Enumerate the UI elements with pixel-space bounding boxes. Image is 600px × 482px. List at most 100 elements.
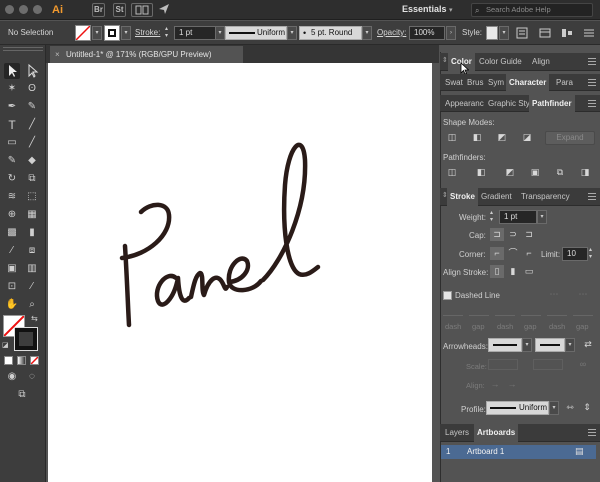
zoom-tool-icon[interactable]: ⌕ (24, 297, 40, 313)
artboard-tool-icon[interactable]: ⊡ (4, 279, 20, 295)
minus-back-icon[interactable]: ◨ (578, 166, 592, 179)
arrow-tip-beyond-icon[interactable]: → (488, 378, 502, 391)
tab-pathfinder[interactable]: Pathfinder (529, 95, 575, 112)
tab-brushes[interactable]: Brus (464, 74, 486, 91)
intersect-icon[interactable]: ◩ (495, 131, 509, 144)
stroke-label[interactable]: Stroke: (135, 26, 160, 40)
bridge-button[interactable]: Br (92, 3, 105, 17)
dash-field-3[interactable] (547, 307, 567, 316)
width-tool-icon[interactable]: ≋ (4, 189, 20, 205)
outline-icon[interactable]: ⧉ (553, 166, 567, 179)
arrange-documents-button[interactable] (131, 3, 153, 17)
send-icon[interactable] (158, 3, 170, 15)
blend-tool-icon[interactable]: ⧈ (24, 243, 40, 259)
toolbar-grip[interactable] (3, 47, 43, 51)
shaper-tool-icon[interactable]: ✎ (4, 153, 20, 169)
stroke-weight-stepper[interactable]: ▴ ▾ (165, 26, 173, 40)
free-transform-tool-icon[interactable]: ⬚ (24, 189, 40, 205)
perspective-grid-tool-icon[interactable]: ▦ (24, 207, 40, 223)
character-panel-menu-icon[interactable] (588, 79, 596, 86)
limit-stepper[interactable]: ▴ ▾ (589, 247, 597, 261)
dash-field-2[interactable] (495, 307, 515, 316)
collapse-arrows-icon[interactable]: ⇕ (442, 56, 448, 64)
stroke-dropdown[interactable]: ▾ (121, 26, 131, 40)
fill-swatch[interactable] (75, 25, 91, 41)
align-dash-icon[interactable]: ⋯ (576, 288, 590, 301)
variable-width-profile[interactable]: Uniform (225, 26, 287, 40)
round-cap-icon[interactable]: ⊃ (506, 228, 520, 241)
tab-layers[interactable]: Layers (442, 424, 472, 442)
opacity-label[interactable]: Opacity: (377, 26, 406, 40)
none-mode-icon[interactable] (30, 356, 39, 365)
preferences-icon[interactable] (538, 26, 552, 40)
end-arrowhead-dropdown[interactable]: ▾ (565, 338, 575, 352)
color-mode-icon[interactable] (4, 356, 13, 365)
workspace-switcher[interactable]: Essentials ▾ (402, 4, 453, 14)
stroke-panel-menu-icon[interactable] (588, 193, 596, 200)
pathfinder-panel-menu-icon[interactable] (588, 100, 596, 107)
align-center-stroke-icon[interactable]: ▯ (490, 265, 504, 278)
tab-symbols[interactable]: Sym (485, 74, 507, 91)
line-segment-tool-icon[interactable]: ╱ (24, 117, 40, 133)
graphic-style-swatch[interactable] (486, 26, 498, 40)
limit-field[interactable]: 10 (562, 247, 588, 261)
minus-front-icon[interactable]: ◧ (470, 131, 484, 144)
weight-field[interactable]: 1 pt (499, 210, 537, 224)
draw-behind-icon[interactable]: ◌ (24, 369, 40, 385)
paintbrush-tool-icon[interactable]: ╱ (24, 135, 40, 151)
screen-mode-icon[interactable]: ⧉ (14, 387, 30, 403)
tab-gradient[interactable]: Gradient (478, 188, 515, 206)
selection-tool-icon[interactable] (4, 63, 20, 79)
document-tab[interactable]: × Untitled-1* @ 171% (RGB/GPU Preview) (50, 46, 243, 63)
gradient-tool-icon[interactable]: ▮ (24, 225, 40, 241)
expand-button[interactable]: Expand (545, 131, 595, 145)
profile-dropdown[interactable]: ▾ (287, 26, 297, 40)
rectangle-tool-icon[interactable]: ▭ (4, 135, 20, 151)
tab-color-guide[interactable]: Color Guide (476, 53, 525, 71)
layers-panel-menu-icon[interactable] (588, 429, 596, 436)
stroke-profile-select[interactable]: Uniform (486, 401, 549, 415)
flip-along-icon[interactable]: ⇿ (563, 401, 577, 414)
type-tool-icon[interactable]: T (4, 117, 20, 133)
bevel-join-icon[interactable]: ⌐ (522, 247, 536, 260)
hand-tool-icon[interactable]: ✋ (4, 297, 20, 313)
eyedropper-tool-icon[interactable]: ⁄ (4, 243, 20, 259)
pen-tool-icon[interactable]: ✒ (4, 99, 20, 115)
exclude-icon[interactable]: ◪ (520, 131, 534, 144)
miter-join-icon[interactable]: ⌐ (490, 247, 504, 260)
symbol-sprayer-tool-icon[interactable]: ▣ (4, 261, 20, 277)
minimize-window-icon[interactable] (19, 5, 28, 14)
tab-character[interactable]: Character (506, 74, 550, 91)
opacity-arrow[interactable]: › (446, 26, 456, 40)
tab-paragraph[interactable]: Para (553, 74, 576, 91)
style-dropdown[interactable]: ▾ (499, 26, 509, 40)
weight-dropdown[interactable]: ▾ (537, 210, 547, 224)
butt-cap-icon[interactable]: ⊐ (490, 228, 504, 241)
end-arrowhead-select[interactable] (535, 338, 565, 352)
trim-icon[interactable]: ◧ (474, 166, 488, 179)
artboard[interactable] (48, 63, 432, 482)
end-scale-field[interactable] (533, 359, 563, 370)
fill-dropdown[interactable]: ▾ (92, 26, 102, 40)
stroke-color-swatch[interactable] (14, 327, 38, 351)
tab-swatches[interactable]: Swat (442, 74, 466, 91)
stroke-profile-dropdown[interactable]: ▾ (549, 401, 559, 415)
handwritten-panel-artwork[interactable] (48, 63, 432, 482)
swap-arrowheads-icon[interactable]: ⇄ (581, 338, 595, 351)
align-inside-stroke-icon[interactable]: ▮ (506, 265, 520, 278)
start-scale-field[interactable] (488, 359, 518, 370)
control-panel-menu-icon[interactable] (583, 27, 595, 39)
direct-selection-tool-icon[interactable] (24, 63, 40, 79)
crop-icon[interactable]: ▣ (528, 166, 542, 179)
brush-definition[interactable]: • 5 pt. Round (299, 26, 362, 40)
gradient-mode-icon[interactable] (17, 356, 26, 365)
slice-tool-icon[interactable]: ⁄ (24, 279, 40, 295)
curvature-tool-icon[interactable]: ✎ (24, 99, 40, 115)
start-arrowhead-dropdown[interactable]: ▾ (522, 338, 532, 352)
dash-field-1[interactable] (443, 307, 463, 316)
lasso-tool-icon[interactable]: ʘ (24, 81, 40, 97)
gap-field-2[interactable] (521, 307, 541, 316)
stroke-weight-dropdown[interactable]: ▾ (215, 26, 225, 40)
document-setup-icon[interactable] (515, 26, 529, 40)
stroke-weight-field[interactable]: 1 pt (174, 26, 216, 40)
